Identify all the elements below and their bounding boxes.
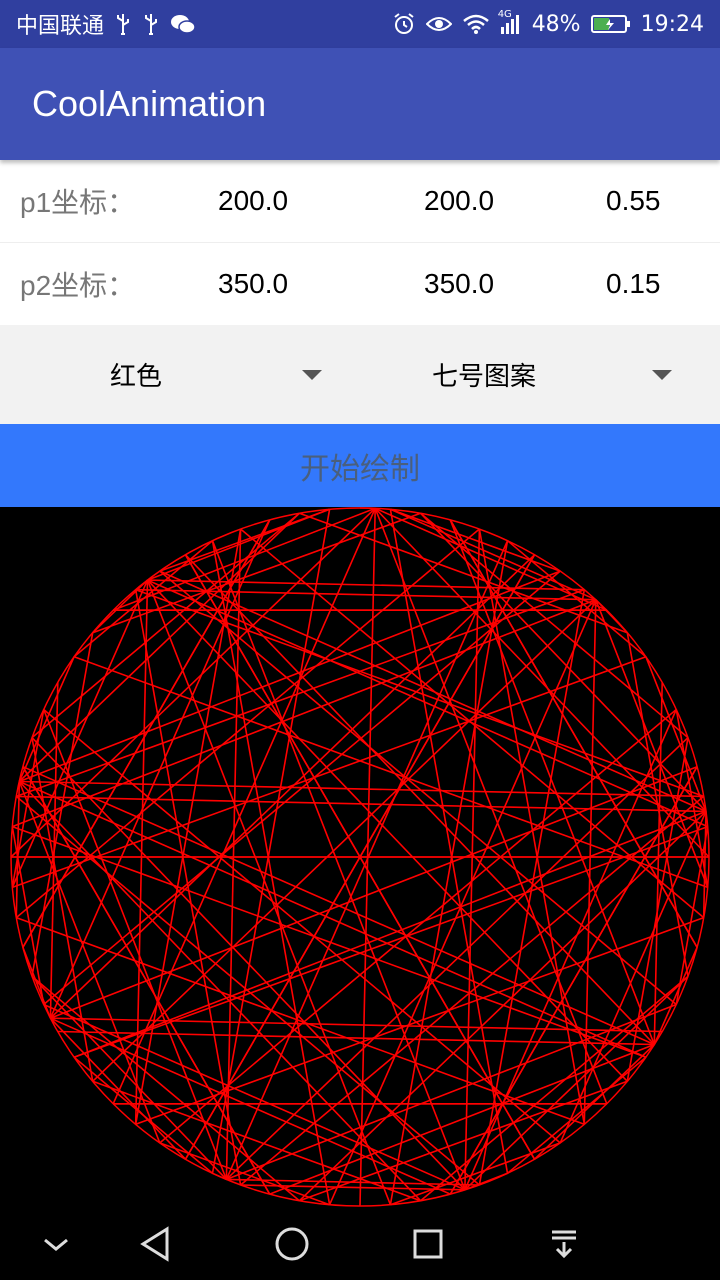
spinner-bar: 红色 七号图案 [0, 325, 720, 424]
pattern-line [147, 508, 330, 581]
pattern-spinner[interactable]: 七号图案 [350, 325, 720, 424]
app-bar: CoolAnimation [0, 48, 720, 160]
pattern-line [11, 579, 149, 888]
nav-bar [0, 1208, 720, 1280]
pattern-line [12, 656, 647, 889]
pattern-line [478, 589, 586, 1186]
pattern-line [626, 737, 689, 1082]
pattern-line [653, 946, 698, 1045]
pattern-line [146, 579, 628, 1082]
pattern-line [159, 570, 677, 1006]
battery-icon [590, 13, 631, 35]
pattern-line [464, 975, 689, 1191]
p2-z-field[interactable]: 0.15 [606, 268, 661, 300]
recents-icon[interactable] [408, 1224, 448, 1264]
p2-x-field[interactable]: 350.0 [218, 268, 288, 300]
pattern-spinner-value: 七号图案 [432, 362, 537, 392]
pattern-line [16, 916, 585, 1126]
carrier-label: 中国联通 [16, 14, 105, 39]
pattern-line [12, 825, 647, 1058]
pattern-line [134, 589, 242, 1186]
notification-pull-icon[interactable] [544, 1224, 584, 1264]
pattern-line [10, 507, 376, 858]
p2-row: p2坐标： 350.0 350.0 0.15 [0, 243, 720, 325]
status-bar: 中国联通 4G 48% 19:24 [0, 0, 720, 48]
eye-icon [425, 14, 452, 34]
pattern-line [449, 519, 698, 948]
pattern-line [449, 766, 698, 1195]
p1-label: p1坐标： [20, 187, 136, 218]
pattern-line [31, 975, 227, 1180]
chevron-down-icon[interactable] [36, 1224, 76, 1264]
pattern-line [135, 916, 704, 1126]
usb-icon [114, 13, 132, 35]
network-type-label: 4G [497, 9, 512, 20]
pattern-line [31, 512, 300, 739]
pattern-line [269, 1043, 655, 1195]
p1-row: p1坐标： 200.0 200.0 0.55 [0, 160, 720, 244]
p2-y-field[interactable]: 350.0 [424, 268, 494, 300]
p1-z-field[interactable]: 0.55 [606, 185, 661, 217]
clock: 19:24 [640, 11, 704, 37]
pattern-line [57, 1030, 655, 1046]
pattern-line [211, 540, 466, 1191]
color-spinner[interactable]: 红色 [0, 325, 350, 424]
pattern-line [15, 528, 480, 919]
pattern-line [112, 507, 376, 1105]
color-spinner-value: 红色 [110, 362, 163, 392]
pattern-line [159, 708, 677, 1144]
home-icon[interactable] [272, 1224, 312, 1264]
pattern-line [31, 975, 300, 1202]
pattern-drawing [10, 507, 710, 1207]
wechat-icon [170, 13, 196, 35]
back-icon[interactable] [136, 1224, 176, 1264]
pattern-line [533, 1043, 655, 1160]
alarm-icon [392, 12, 416, 36]
pattern-line [18, 512, 300, 783]
start-draw-button[interactable]: 开始绘制 [0, 424, 720, 507]
pattern-line [299, 512, 628, 634]
pattern-line [50, 1017, 451, 1195]
app-title: CoolAnimation [32, 83, 267, 124]
drawing-canvas [0, 507, 720, 1208]
wifi-icon [462, 13, 490, 35]
pattern-line [92, 512, 421, 634]
chevron-down-icon [652, 370, 672, 380]
pattern-lines [10, 507, 710, 1207]
battery-percent: 48% [531, 11, 581, 37]
pattern-line [22, 947, 52, 1019]
usb-icon [142, 13, 160, 35]
pattern-line [675, 709, 709, 888]
pattern-line [159, 570, 707, 813]
pattern-line [49, 554, 536, 1019]
pattern-line [19, 570, 561, 783]
pattern-line [420, 512, 707, 812]
p1-x-field[interactable]: 200.0 [218, 185, 288, 217]
chevron-down-icon [302, 370, 322, 380]
signal-icon: 4G [498, 9, 522, 35]
p1-y-field[interactable]: 200.0 [424, 185, 494, 217]
p2-label: p2坐标： [20, 270, 136, 301]
pattern-line [92, 1080, 421, 1202]
